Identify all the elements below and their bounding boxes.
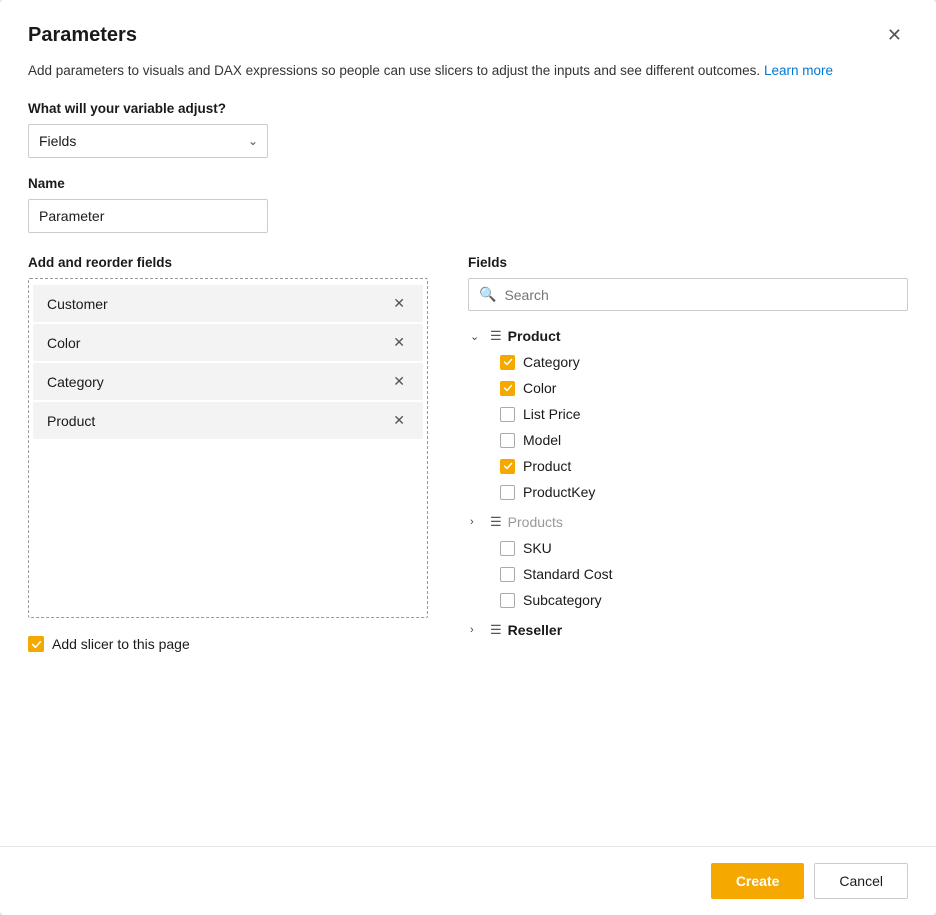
tree-item-checkbox[interactable]: [500, 485, 515, 500]
cancel-button[interactable]: Cancel: [814, 863, 908, 899]
tree-item-checkbox[interactable]: [500, 541, 515, 556]
tree-item-label: Standard Cost: [523, 566, 613, 582]
table-icon: ☰: [490, 514, 502, 530]
tree-item[interactable]: Standard Cost: [498, 561, 904, 587]
description-text: Add parameters to visuals and DAX expres…: [28, 61, 908, 81]
list-item[interactable]: Customer ✕: [33, 285, 423, 322]
right-panel-inner: 🔍 ⌄ ☰ Product Category Color List Price …: [468, 278, 908, 647]
fields-list: Customer ✕ Color ✕ Category ✕ Product ✕: [29, 285, 427, 439]
tree-item-label: Subcategory: [523, 592, 602, 608]
tree-item-label: Category: [523, 354, 580, 370]
field-item-label: Category: [47, 374, 104, 390]
dialog-footer: Create Cancel: [0, 846, 936, 915]
fields-list-box: Customer ✕ Color ✕ Category ✕ Product ✕: [28, 278, 428, 618]
search-input[interactable]: [504, 287, 897, 303]
chevron-icon: ⌄: [470, 330, 484, 343]
tree-item-checkbox[interactable]: [500, 433, 515, 448]
field-item-label: Customer: [47, 296, 108, 312]
tree-group-name: Product: [508, 328, 561, 344]
field-remove-button[interactable]: ✕: [389, 334, 409, 351]
tree-items: SKU Standard Cost Subcategory: [468, 535, 904, 613]
tree-item[interactable]: Subcategory: [498, 587, 904, 613]
tree-item-checkbox[interactable]: [500, 407, 515, 422]
right-panel: Fields 🔍 ⌄ ☰ Product Category Color: [468, 255, 908, 652]
tree-item-label: Color: [523, 380, 556, 396]
tree-item-label: Model: [523, 432, 561, 448]
list-item[interactable]: Category ✕: [33, 363, 423, 400]
tree-group-name: Reseller: [508, 622, 562, 638]
variable-label: What will your variable adjust?: [28, 101, 908, 116]
add-reorder-label: Add and reorder fields: [28, 255, 428, 270]
field-remove-button[interactable]: ✕: [389, 295, 409, 312]
name-section: Name: [28, 176, 908, 233]
tree-item-checkbox[interactable]: [500, 567, 515, 582]
tree-item-label: Product: [523, 458, 571, 474]
tree-container: ⌄ ☰ Product Category Color List Price Mo…: [468, 323, 908, 647]
fields-panel-label: Fields: [468, 255, 908, 270]
add-slicer-row: Add slicer to this page: [28, 636, 428, 652]
tree-item[interactable]: ProductKey: [498, 479, 904, 505]
tree-item-label: List Price: [523, 406, 581, 422]
tree-item[interactable]: Color: [498, 375, 904, 401]
tree-item-checkbox[interactable]: [500, 381, 515, 396]
tree-item-label: SKU: [523, 540, 552, 556]
two-panel: Add and reorder fields Customer ✕ Color …: [28, 255, 908, 652]
tree-group-header[interactable]: ⌄ ☰ Product: [468, 323, 904, 349]
name-input[interactable]: [28, 199, 268, 233]
tree-group-header[interactable]: › ☰ Reseller: [468, 617, 904, 643]
tree-items: Category Color List Price Model Product …: [468, 349, 904, 505]
create-button[interactable]: Create: [711, 863, 805, 899]
tree-group: › ☰ Products SKU Standard Cost Subcatego…: [468, 509, 904, 613]
dialog-title: Parameters: [28, 24, 137, 47]
field-item-label: Product: [47, 413, 95, 429]
field-remove-button[interactable]: ✕: [389, 373, 409, 390]
search-icon: 🔍: [479, 286, 496, 303]
field-item-label: Color: [47, 335, 80, 351]
chevron-icon: ›: [470, 516, 484, 528]
table-icon: ☰: [490, 328, 502, 344]
tree-item[interactable]: Product: [498, 453, 904, 479]
tree-item-checkbox[interactable]: [500, 459, 515, 474]
tree-item[interactable]: SKU: [498, 535, 904, 561]
dialog-body: Add parameters to visuals and DAX expres…: [0, 47, 936, 846]
tree-item-label: ProductKey: [523, 484, 595, 500]
tree-group-header[interactable]: › ☰ Products: [468, 509, 904, 535]
add-slicer-checkbox[interactable]: [28, 636, 44, 652]
left-panel: Add and reorder fields Customer ✕ Color …: [28, 255, 428, 652]
dialog-header: Parameters ✕: [0, 0, 936, 47]
tree-group: › ☰ Reseller: [468, 617, 904, 643]
tree-item-checkbox[interactable]: [500, 355, 515, 370]
field-remove-button[interactable]: ✕: [389, 412, 409, 429]
list-item[interactable]: Color ✕: [33, 324, 423, 361]
parameters-dialog: Parameters ✕ Add parameters to visuals a…: [0, 0, 936, 915]
close-button[interactable]: ✕: [881, 24, 908, 46]
tree-item[interactable]: Category: [498, 349, 904, 375]
search-box[interactable]: 🔍: [468, 278, 908, 311]
tree-group-name: Products: [508, 514, 563, 530]
learn-more-link[interactable]: Learn more: [764, 63, 833, 78]
variable-section: What will your variable adjust? Fields ⌄: [28, 101, 908, 158]
name-label: Name: [28, 176, 908, 191]
add-slicer-label: Add slicer to this page: [52, 636, 190, 652]
variable-select-wrapper: Fields ⌄: [28, 124, 268, 158]
chevron-icon: ›: [470, 624, 484, 636]
table-icon: ☰: [490, 622, 502, 638]
tree-item[interactable]: Model: [498, 427, 904, 453]
tree-group: ⌄ ☰ Product Category Color List Price Mo…: [468, 323, 904, 505]
variable-select[interactable]: Fields: [28, 124, 268, 158]
tree-item[interactable]: List Price: [498, 401, 904, 427]
list-item[interactable]: Product ✕: [33, 402, 423, 439]
tree-item-checkbox[interactable]: [500, 593, 515, 608]
